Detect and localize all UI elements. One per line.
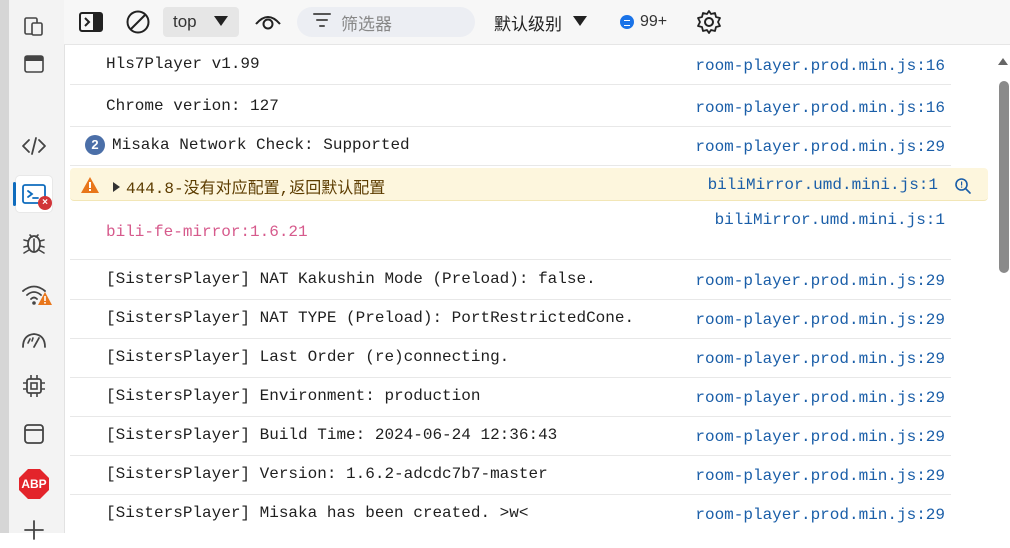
console-message: Chrome verion: 127 <box>106 97 279 115</box>
expand-triangle-icon[interactable] <box>113 182 120 192</box>
console-message: bili-fe-mirror:1.6.21 <box>106 223 308 241</box>
console-icon[interactable]: × <box>13 176 52 212</box>
issues-count: 99+ <box>640 13 668 30</box>
repeat-count-badge: 2 <box>85 135 105 155</box>
adblock-label: ABP <box>19 469 49 499</box>
device-emulation-icon[interactable] <box>16 8 52 44</box>
console-row: [SistersPlayer] NAT Kakushin Mode (Prelo… <box>70 260 951 300</box>
console-row: [SistersPlayer] Last Order (re)connectin… <box>70 338 951 378</box>
console-warning-row: 444.8-没有对应配置,返回默认配置 biliMirror.umd.mini.… <box>70 168 988 201</box>
console-message: Misaka Network Check: Supported <box>112 136 410 154</box>
elements-icon[interactable] <box>16 128 52 164</box>
console-row: bili-fe-mirror:1.6.21 biliMirror.umd.min… <box>70 203 951 260</box>
console-row: Hls7Player v1.99 room-player.prod.min.js… <box>70 45 951 85</box>
application-icon[interactable] <box>16 416 52 452</box>
chevron-down-icon <box>213 12 229 32</box>
source-link[interactable]: room-player.prod.min.js:29 <box>695 350 945 368</box>
console-messages: Hls7Player v1.99 room-player.prod.min.js… <box>64 45 1010 533</box>
log-levels-dropdown[interactable]: 默认级别 <box>494 7 588 37</box>
source-link[interactable]: room-player.prod.min.js:29 <box>695 428 945 446</box>
source-link[interactable]: room-player.prod.min.js:16 <box>695 57 945 75</box>
console-message: [SistersPlayer] NAT TYPE (Preload): Port… <box>106 309 635 327</box>
console-message: [SistersPlayer] Environment: production <box>106 387 481 405</box>
warning-icon <box>81 177 99 198</box>
console-message: [SistersPlayer] Version: 1.6.2-adcdc7b7-… <box>106 465 548 483</box>
network-warning-icon <box>38 292 52 310</box>
network-icon[interactable] <box>16 276 52 312</box>
console-message: [SistersPlayer] Build Time: 2024-06-24 1… <box>106 426 558 444</box>
performance-icon[interactable] <box>16 322 52 358</box>
gear-icon[interactable] <box>696 7 722 37</box>
add-icon[interactable] <box>16 512 52 548</box>
source-link[interactable]: room-player.prod.min.js:29 <box>695 311 945 329</box>
source-link[interactable]: room-player.prod.min.js:29 <box>695 272 945 290</box>
search-icon[interactable] <box>954 177 972 200</box>
clear-console-icon[interactable] <box>125 7 151 37</box>
console-row: [SistersPlayer] Misaka has been created.… <box>70 494 951 533</box>
source-link[interactable]: room-player.prod.min.js:29 <box>695 389 945 407</box>
filter-placeholder: 筛选器 <box>341 14 392 34</box>
chevron-down-icon <box>572 15 588 30</box>
source-link[interactable]: room-player.prod.min.js:29 <box>695 467 945 485</box>
source-link[interactable]: biliMirror.umd.mini.js:1 <box>715 211 945 229</box>
source-link[interactable]: room-player.prod.min.js:29 <box>695 506 945 524</box>
browser-window-icon[interactable] <box>16 46 52 82</box>
console-row: 2 Misaka Network Check: Supported room-p… <box>70 126 951 166</box>
filter-input[interactable]: 筛选器 <box>297 7 475 37</box>
console-row: [SistersPlayer] Version: 1.6.2-adcdc7b7-… <box>70 455 951 495</box>
console-message: [SistersPlayer] Last Order (re)connectin… <box>106 348 510 366</box>
issues-counter[interactable]: 99+ <box>620 7 667 37</box>
source-link[interactable]: room-player.prod.min.js:16 <box>695 99 945 117</box>
console-toolbar: top 筛选器 默认级别 99+ <box>64 0 1010 45</box>
memory-chip-icon[interactable] <box>16 368 52 404</box>
source-link[interactable]: biliMirror.umd.mini.js:1 <box>708 176 938 194</box>
console-row: [SistersPlayer] Build Time: 2024-06-24 1… <box>70 416 951 456</box>
activity-bar: × ABP <box>0 0 65 540</box>
console-message: [SistersPlayer] Misaka has been created.… <box>106 504 529 522</box>
console-row: Chrome verion: 127 room-player.prod.min.… <box>70 87 951 127</box>
scroll-thumb[interactable] <box>999 81 1009 273</box>
console-error-badge: × <box>38 196 52 210</box>
message-bubble-icon <box>620 15 634 29</box>
vertical-scrollbar[interactable] <box>996 45 1010 533</box>
dock-icon[interactable] <box>78 7 104 37</box>
context-value: top <box>173 12 197 31</box>
console-row: [SistersPlayer] NAT TYPE (Preload): Port… <box>70 299 951 339</box>
live-expression-icon[interactable] <box>254 7 282 37</box>
adblock-icon[interactable]: ABP <box>16 466 52 502</box>
console-message: Hls7Player v1.99 <box>106 55 260 73</box>
source-link[interactable]: room-player.prod.min.js:29 <box>695 138 945 156</box>
console-message: 444.8-没有对应配置,返回默认配置 <box>126 180 386 198</box>
levels-label: 默认级别 <box>494 14 562 34</box>
console-row: [SistersPlayer] Environment: production … <box>70 377 951 417</box>
filter-icon <box>313 12 331 32</box>
context-select[interactable]: top <box>163 7 239 37</box>
scroll-up-arrow-icon[interactable] <box>998 58 1008 65</box>
bug-icon[interactable] <box>16 224 52 260</box>
activity-bar-edge <box>0 0 9 533</box>
console-message: [SistersPlayer] NAT Kakushin Mode (Prelo… <box>106 270 596 288</box>
